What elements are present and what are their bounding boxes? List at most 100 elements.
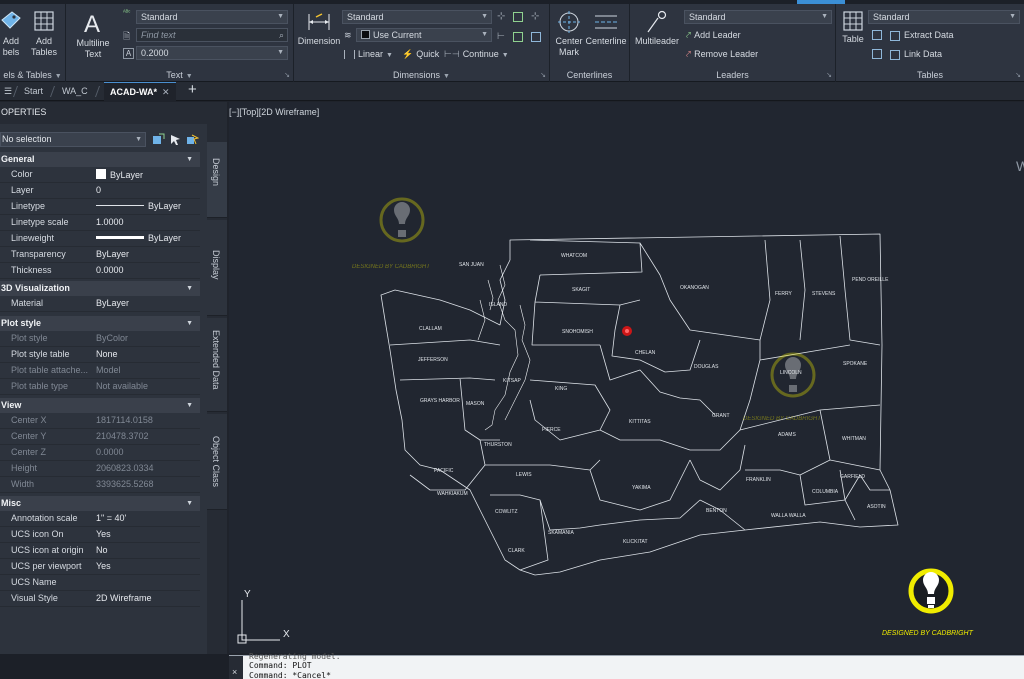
dimension-space-icon[interactable]	[513, 12, 523, 22]
property-row[interactable]: Width 3393625.5268	[0, 477, 200, 493]
property-row[interactable]: Center Z 0.0000	[0, 445, 200, 461]
tab-wa-c[interactable]: WA_C	[56, 82, 94, 101]
property-value[interactable]: Yes	[96, 529, 111, 539]
remove-leader-button[interactable]: ⤤ Remove Leader	[686, 48, 758, 60]
side-tab-extended-data[interactable]: Extended Data	[207, 318, 227, 412]
property-row[interactable]: Transparency ByLayer	[0, 247, 200, 263]
table-tool-icon[interactable]	[872, 30, 882, 40]
multileader-style-dropdown[interactable]: Standard ▼	[684, 10, 832, 24]
continue-dimension-button[interactable]: ⊢⊣ Continue ▼	[444, 48, 509, 62]
dimension-oblique-icon[interactable]: ⊢	[497, 31, 505, 42]
table-button[interactable]: Table	[838, 10, 868, 45]
link-data-button[interactable]: Link Data	[890, 48, 942, 60]
labels-tables-panel-title[interactable]: els & Tables ▼	[0, 70, 65, 80]
property-value[interactable]: ByLayer	[96, 249, 129, 259]
close-tab-icon[interactable]: ✕	[162, 87, 170, 97]
property-row[interactable]: UCS Name	[0, 575, 200, 591]
find-text-input[interactable]: Find text ⌕	[136, 28, 288, 42]
property-row[interactable]: Annotation scale 1" = 40'	[0, 511, 200, 527]
property-row[interactable]: Layer 0	[0, 183, 200, 199]
property-row[interactable]: Color ByLayer	[0, 167, 200, 183]
tab-acad-wa[interactable]: ACAD-WA* ✕	[104, 82, 176, 101]
add-labels-button[interactable]: Add bels	[0, 10, 26, 58]
property-value[interactable]: ByColor	[96, 333, 128, 343]
dimension-settings-launcher-icon[interactable]: ↘	[540, 71, 546, 79]
category-plot-style[interactable]: Plot style ▼	[0, 316, 200, 331]
quick-select-icon[interactable]	[186, 133, 199, 146]
linear-dimension-button[interactable]: Linear ▼	[344, 48, 393, 62]
table-tool2-icon[interactable]	[872, 49, 882, 59]
property-value[interactable]: Model	[96, 365, 121, 375]
property-value[interactable]: ByLayer	[96, 169, 143, 180]
dimensions-panel-title[interactable]: Dimensions ▼	[294, 70, 549, 80]
property-row[interactable]: Plot style ByColor	[0, 331, 200, 347]
property-value[interactable]: 0.0000	[96, 265, 124, 275]
table-settings-launcher-icon[interactable]: ↘	[1015, 71, 1021, 79]
tab-start[interactable]: Start	[18, 82, 49, 101]
text-style-dropdown[interactable]: Standard ▼	[136, 10, 288, 24]
dimension-layer-dropdown[interactable]: Use Current ▼	[356, 28, 492, 42]
extract-data-button[interactable]: Extract Data	[890, 29, 954, 41]
property-value[interactable]: ByLayer	[96, 298, 129, 308]
property-row[interactable]: UCS icon On Yes	[0, 527, 200, 543]
new-tab-icon[interactable]: +	[188, 81, 197, 98]
multileader-button[interactable]: Multileader	[632, 10, 682, 47]
center-mark-button[interactable]: Center Mark	[552, 10, 586, 58]
property-value[interactable]: 2D Wireframe	[96, 593, 152, 603]
select-objects-icon[interactable]	[169, 133, 182, 146]
property-value[interactable]: None	[96, 349, 118, 359]
dimension-update-icon[interactable]	[513, 32, 523, 42]
property-row[interactable]: Plot table type Not available	[0, 379, 200, 395]
toggle-pickadd-icon[interactable]	[152, 133, 165, 146]
leader-settings-launcher-icon[interactable]: ↘	[826, 71, 832, 79]
property-row[interactable]: Height 2060823.0334	[0, 461, 200, 477]
text-settings-launcher-icon[interactable]: ↘	[284, 71, 290, 79]
property-row[interactable]: Plot style table None	[0, 347, 200, 363]
side-tab-display[interactable]: Display	[207, 220, 227, 316]
property-row[interactable]: Center Y 210478.3702	[0, 429, 200, 445]
property-value[interactable]: 1.0000	[96, 217, 124, 227]
property-value[interactable]: 0.0000	[96, 447, 124, 457]
property-row[interactable]: Linetype scale 1.0000	[0, 215, 200, 231]
side-tab-object-class[interactable]: Object Class	[207, 414, 227, 510]
centerline-button[interactable]: Centerline	[584, 10, 628, 47]
category-general[interactable]: General ▼	[0, 152, 200, 167]
text-panel-title[interactable]: Text ▼	[66, 70, 293, 80]
property-value[interactable]: ByLayer	[96, 201, 181, 211]
quick-dimension-button[interactable]: ⚡ Quick	[402, 48, 439, 60]
category-3d-visualization[interactable]: 3D Visualization ▼	[0, 281, 200, 296]
dimension-tool-icon[interactable]: ⊹	[497, 11, 505, 22]
property-row[interactable]: Thickness 0.0000	[0, 263, 200, 279]
property-row[interactable]: Plot table attache... Model	[0, 363, 200, 379]
property-row[interactable]: Center X 1817114.0158	[0, 413, 200, 429]
property-value[interactable]: 0	[96, 185, 101, 195]
dimension-break-icon[interactable]: ⊹	[531, 11, 539, 22]
command-line-close-button[interactable]: ×	[229, 656, 243, 679]
dimension-reassociate-icon[interactable]	[531, 32, 541, 42]
property-row[interactable]: UCS per viewport Yes	[0, 559, 200, 575]
property-row[interactable]: Material ByLayer	[0, 296, 200, 312]
table-style-dropdown[interactable]: Standard ▼	[868, 10, 1020, 24]
property-row[interactable]: Visual Style 2D Wireframe	[0, 591, 200, 607]
property-value[interactable]: ByLayer	[96, 233, 181, 243]
multiline-text-button[interactable]: A Multiline Text	[72, 10, 114, 60]
property-value[interactable]: 1" = 40'	[96, 513, 126, 523]
dimension-style-dropdown[interactable]: Standard ▼	[342, 10, 492, 24]
property-value[interactable]: 210478.3702	[96, 431, 149, 441]
property-value[interactable]: Not available	[96, 381, 148, 391]
property-value[interactable]: 1817114.0158	[96, 415, 153, 425]
property-value[interactable]: 3393625.5268	[96, 479, 154, 489]
side-tab-design[interactable]: Design	[207, 142, 227, 218]
command-line[interactable]: × Regenerating model. Command: PLOT Comm…	[229, 652, 1024, 679]
text-height-dropdown[interactable]: 0.2000 ▼	[136, 46, 288, 60]
property-row[interactable]: Lineweight ByLayer	[0, 231, 200, 247]
property-value[interactable]: Yes	[96, 561, 111, 571]
property-row[interactable]: UCS icon at origin No	[0, 543, 200, 559]
selection-dropdown[interactable]: No selection ▼	[0, 132, 146, 147]
add-leader-button[interactable]: ⤤ Add Leader	[686, 29, 741, 41]
category-misc[interactable]: Misc ▼	[0, 496, 200, 511]
property-row[interactable]: Linetype ByLayer	[0, 199, 200, 215]
dimension-button[interactable]: Dimension	[296, 10, 342, 47]
property-value[interactable]: No	[96, 545, 108, 555]
property-value[interactable]: 2060823.0334	[96, 463, 154, 473]
